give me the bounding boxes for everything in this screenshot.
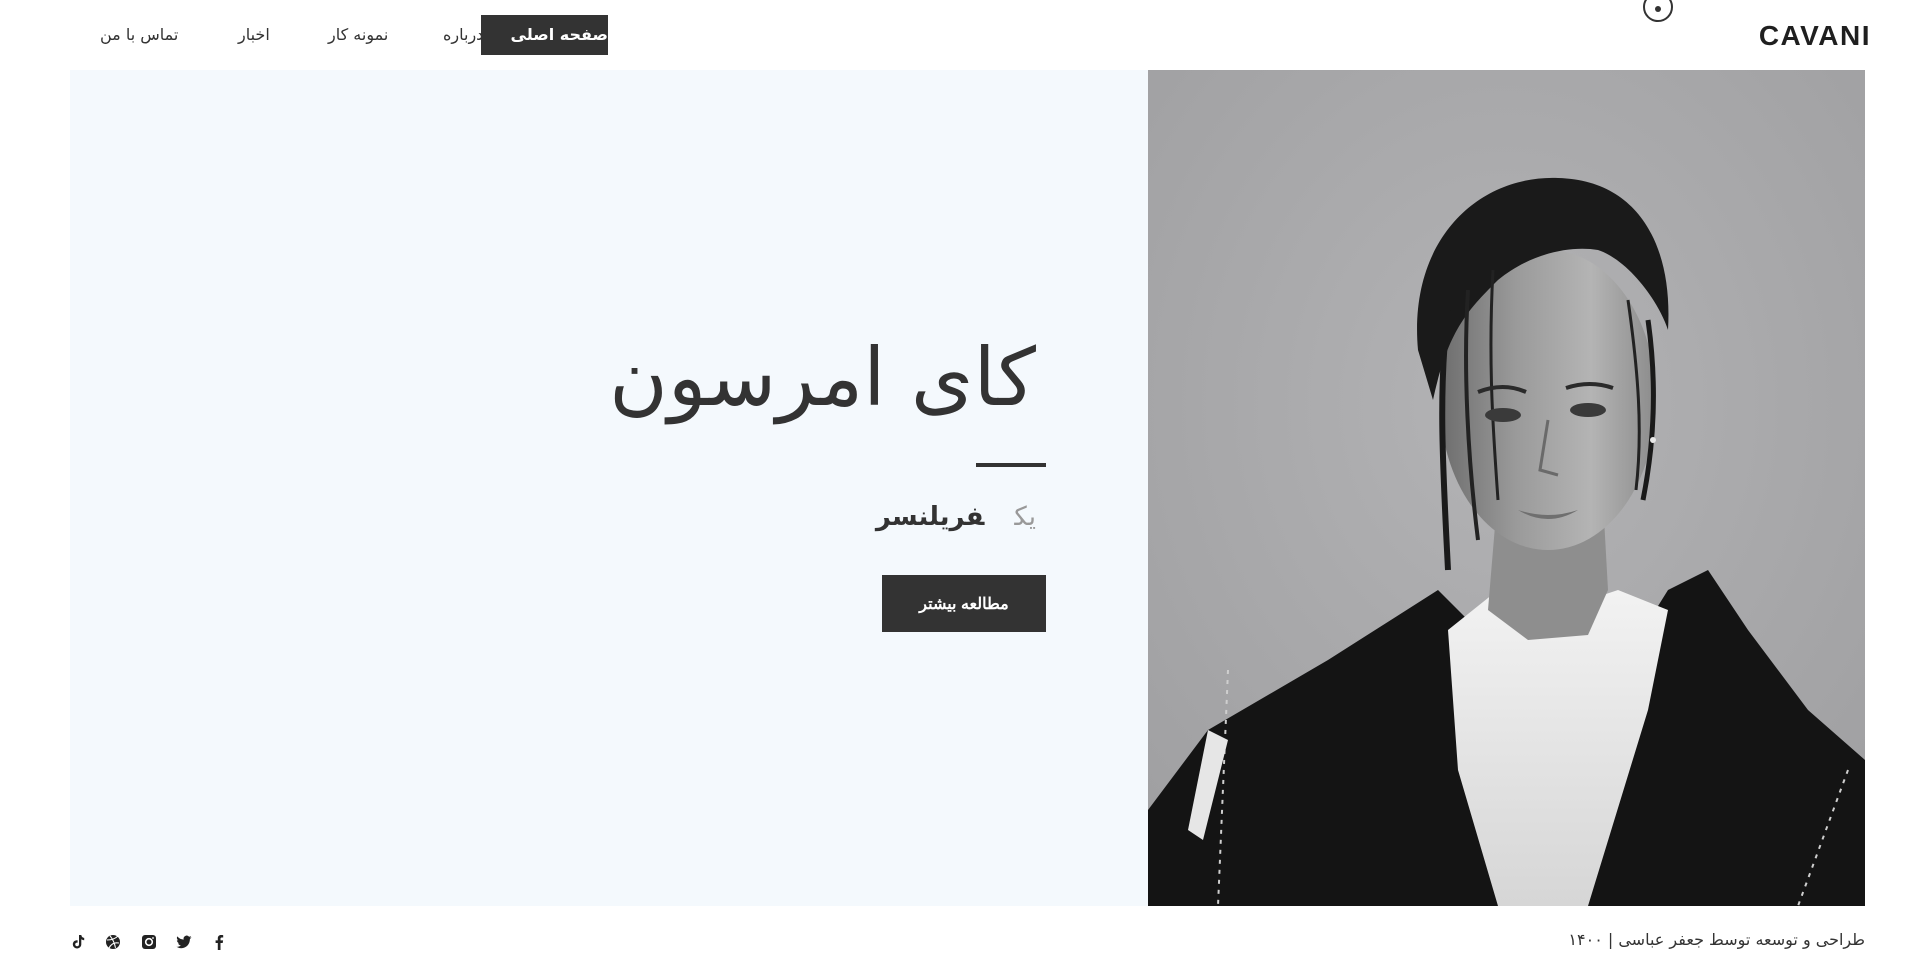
hero-name: کای امرسون bbox=[609, 331, 1036, 424]
cursor-circle-icon bbox=[1643, 0, 1673, 22]
site-header: CAVANI صفحه اصلی درباره نمونه کار اخبار … bbox=[0, 0, 1920, 70]
read-more-button[interactable]: مطالعه بیشتر bbox=[882, 575, 1046, 632]
tiktok-icon[interactable] bbox=[69, 933, 87, 951]
subtitle-role: فریلنسر bbox=[875, 502, 985, 532]
title-divider bbox=[976, 463, 1046, 467]
site-footer: طراحی و توسعه توسط جعفر عباسی | ۱۴۰۰ bbox=[0, 920, 1920, 960]
subtitle-prefix: یک bbox=[1014, 502, 1036, 532]
portrait-photo bbox=[1148, 70, 1865, 906]
facebook-icon[interactable] bbox=[210, 933, 228, 951]
nav-item-about[interactable]: درباره bbox=[443, 15, 483, 55]
dribbble-icon[interactable] bbox=[104, 933, 122, 951]
instagram-icon[interactable] bbox=[140, 933, 158, 951]
nav-item-news[interactable]: اخبار bbox=[238, 15, 270, 55]
nav-item-portfolio[interactable]: نمونه کار bbox=[328, 15, 388, 55]
copyright-text: طراحی و توسعه توسط جعفر عباسی | ۱۴۰۰ bbox=[1568, 930, 1865, 949]
hero-subtitle: یک فریلنسر bbox=[876, 502, 1036, 532]
nav-item-contact[interactable]: تماس با من bbox=[100, 15, 178, 55]
site-logo[interactable]: CAVANI bbox=[1759, 20, 1871, 52]
twitter-icon[interactable] bbox=[175, 933, 193, 951]
nav-item-home[interactable]: صفحه اصلی bbox=[481, 15, 608, 55]
hero-section: کای امرسون یک فریلنسر مطالعه بیشتر bbox=[70, 70, 1148, 906]
